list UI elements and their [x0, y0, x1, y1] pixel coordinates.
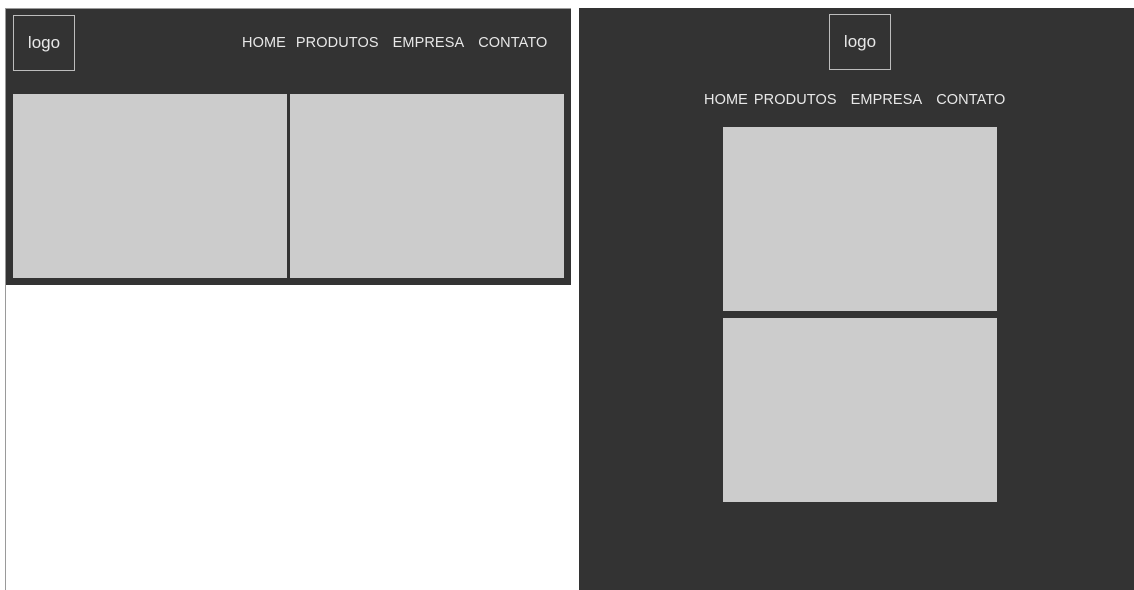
content-block-1 — [723, 127, 997, 311]
mobile-logo[interactable]: logo — [829, 14, 891, 70]
nav-item-empresa[interactable]: EMPRESA — [393, 35, 465, 51]
nav-item-contato[interactable]: CONTATO — [478, 35, 547, 51]
content-block-2 — [290, 94, 564, 278]
mobile-layout-mockup: logo HOME PRODUTOS EMPRESA CONTATO — [579, 8, 1134, 590]
content-block-1 — [13, 94, 287, 278]
desktop-layout-mockup: logo HOME PRODUTOS EMPRESA CONTATO — [5, 8, 571, 590]
content-block-2 — [723, 318, 997, 502]
nav-item-contato[interactable]: CONTATO — [936, 92, 1005, 108]
panel-divider — [571, 8, 579, 590]
nav-item-empresa[interactable]: EMPRESA — [851, 92, 923, 108]
desktop-logo[interactable]: logo — [13, 15, 75, 71]
desktop-nav: HOME PRODUTOS EMPRESA CONTATO — [242, 35, 547, 51]
nav-item-home[interactable]: HOME — [242, 35, 286, 51]
mobile-nav: HOME PRODUTOS EMPRESA CONTATO — [704, 92, 1005, 108]
desktop-header: logo HOME PRODUTOS EMPRESA CONTATO — [6, 9, 571, 285]
nav-item-home[interactable]: HOME — [704, 92, 748, 108]
nav-item-produtos[interactable]: PRODUTOS — [296, 35, 379, 51]
nav-item-produtos[interactable]: PRODUTOS — [754, 92, 837, 108]
